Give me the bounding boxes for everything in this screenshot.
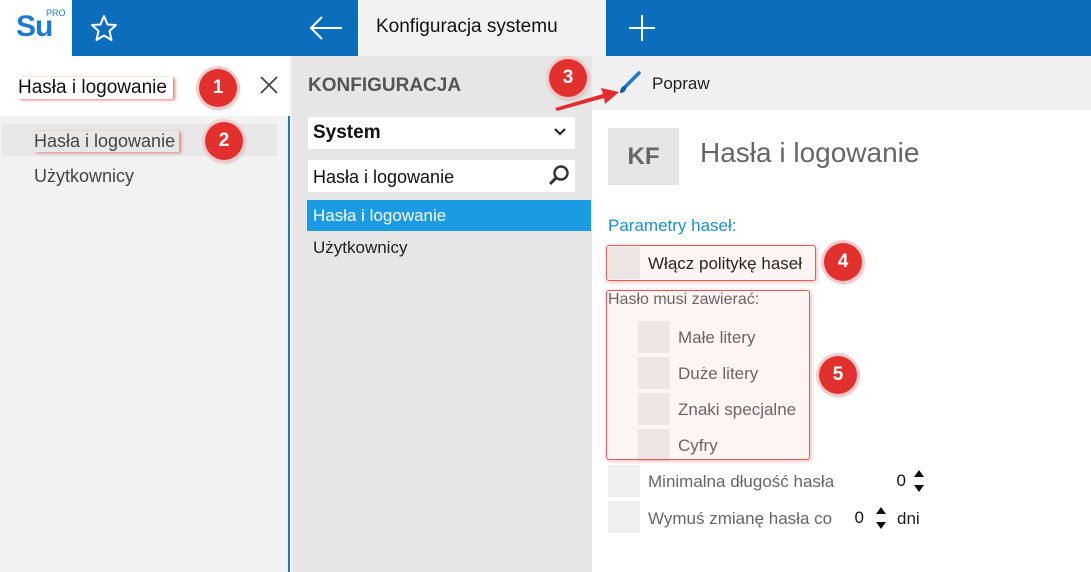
- min-length-label: Minimalna długość hasła: [648, 472, 835, 491]
- force-change-stepper[interactable]: 0: [846, 501, 892, 535]
- middle-list-item-label: Hasła i logowanie: [313, 206, 447, 225]
- min-length-stepper[interactable]: 0: [856, 464, 930, 498]
- min-length-value: 0: [896, 471, 906, 490]
- spinner-arrows-icon[interactable]: [874, 505, 888, 531]
- force-change-unit: dni: [897, 509, 920, 528]
- middle-search-value: Hasła i logowanie: [313, 167, 455, 187]
- tab-konfiguracja-systemu[interactable]: Konfiguracja systemu: [358, 0, 606, 56]
- annotation-callout-4: 4: [824, 243, 862, 281]
- annotation-callout-5: 5: [819, 356, 857, 394]
- logo-badge: PRO: [46, 8, 66, 18]
- edit-button[interactable]: Popraw: [652, 74, 710, 94]
- section-label: Parametry haseł:: [608, 216, 737, 235]
- close-icon[interactable]: [258, 74, 280, 96]
- left-search-input[interactable]: Hasła i logowanie: [18, 77, 173, 99]
- magnifier-icon[interactable]: [547, 164, 571, 188]
- chevron-down-icon: [554, 128, 566, 136]
- plus-icon[interactable]: [624, 10, 660, 46]
- tab-label: Konfiguracja systemu: [376, 16, 558, 37]
- left-list-item[interactable]: Użytkownicy: [34, 166, 134, 187]
- middle-search-input[interactable]: Hasła i logowanie: [308, 160, 575, 192]
- force-change-label: Wymuś zmianę hasła co: [648, 509, 833, 528]
- record-badge: KF: [608, 128, 679, 185]
- annotation-callout-2: 2: [205, 122, 243, 160]
- annotation-arrow: [555, 88, 619, 111]
- left-search-box[interactable]: Hasła i logowanie: [0, 56, 290, 116]
- annotation-box-4: [606, 245, 816, 281]
- middle-list-item[interactable]: Użytkownicy: [313, 238, 407, 258]
- star-icon[interactable]: [88, 12, 120, 44]
- force-change-value: 0: [854, 508, 864, 527]
- page-title: Hasła i logowanie: [700, 137, 920, 168]
- system-select-value: System: [313, 122, 381, 143]
- app-logo[interactable]: Su PRO: [0, 0, 72, 56]
- annotation-box-5: [606, 290, 810, 460]
- left-list-item-label: Hasła i logowanie: [34, 131, 179, 152]
- annotation-callout-1: 1: [199, 69, 237, 107]
- panel-heading: KONFIGURACJA: [308, 75, 462, 96]
- system-select[interactable]: System: [308, 117, 575, 149]
- spinner-arrows-icon[interactable]: [912, 468, 926, 494]
- middle-list-item-selected[interactable]: Hasła i logowanie: [307, 200, 591, 231]
- force-change-checkbox[interactable]: [608, 501, 640, 533]
- arrow-left-icon[interactable]: [306, 10, 346, 46]
- min-length-checkbox[interactable]: [608, 465, 640, 497]
